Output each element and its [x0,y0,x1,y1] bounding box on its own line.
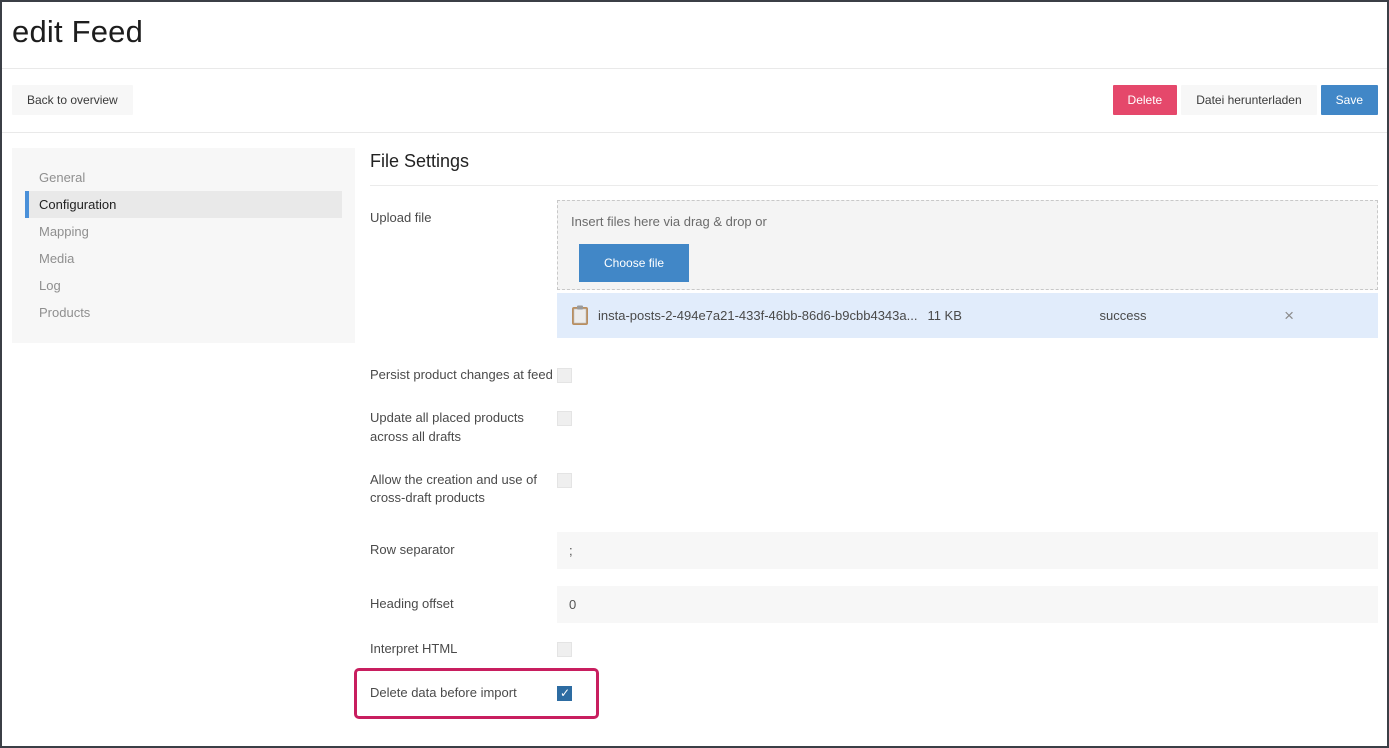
remove-file-icon[interactable]: × [1284,307,1294,324]
upload-file-row: Upload file Insert files here via drag &… [370,200,1378,338]
edit-feed-page: edit Feed Back to overview Delete Datei … [0,0,1389,748]
delete-data-before-import-row-highlighted: Delete data before import [354,668,599,719]
update-all-placed-products-checkbox[interactable] [557,411,572,426]
page-title: edit Feed [12,14,1377,50]
allow-cross-draft-products-row: Allow the creation and use of cross-draf… [370,471,1378,509]
toolbar-right-actions: Delete Datei herunterladen Save [1113,85,1378,115]
section-title: File Settings [370,151,1378,172]
upload-file-field: Insert files here via drag & drop or Cho… [557,200,1378,338]
back-to-overview-button[interactable]: Back to overview [12,85,133,115]
save-button[interactable]: Save [1321,85,1378,115]
persist-product-changes-checkbox[interactable] [557,368,572,383]
delete-data-before-import-checkbox[interactable] [557,686,572,701]
persist-product-changes-label: Persist product changes at feed [370,366,557,385]
sidebar-item-configuration[interactable]: Configuration [25,191,342,218]
settings-sidebar: General Configuration Mapping Media Log … [12,148,355,343]
heading-offset-label: Heading offset [370,586,557,614]
heading-offset-input[interactable] [557,586,1378,623]
content-area: General Configuration Mapping Media Log … [2,133,1387,719]
uploaded-file-row: insta-posts-2-494e7a21-433f-46bb-86d6-b9… [557,293,1378,338]
file-settings-panel: File Settings Upload file Insert files h… [370,148,1378,719]
sidebar-item-general[interactable]: General [25,164,342,191]
allow-cross-draft-products-checkbox[interactable] [557,473,572,488]
update-all-placed-products-label: Update all placed products across all dr… [370,409,557,447]
sidebar-item-mapping[interactable]: Mapping [25,218,342,245]
delete-data-before-import-label: Delete data before import [370,684,557,703]
interpret-html-row: Interpret HTML [370,640,1378,659]
allow-cross-draft-products-label: Allow the creation and use of cross-draf… [370,471,557,509]
interpret-html-label: Interpret HTML [370,640,557,659]
heading-offset-row: Heading offset [370,586,1378,623]
row-separator-input[interactable] [557,532,1378,569]
uploaded-file-size: 11 KB [927,308,961,323]
sidebar-item-media[interactable]: Media [25,245,342,272]
row-separator-row: Row separator [370,532,1378,569]
file-dropzone[interactable]: Insert files here via drag & drop or Cho… [557,200,1378,290]
section-divider [370,185,1378,186]
sidebar-item-products[interactable]: Products [25,299,342,326]
uploaded-file-name: insta-posts-2-494e7a21-433f-46bb-86d6-b9… [598,308,917,323]
download-file-button[interactable]: Datei herunterladen [1181,85,1316,115]
dropzone-hint-text: Insert files here via drag & drop or [571,214,1364,229]
sidebar-item-log[interactable]: Log [25,272,342,299]
persist-product-changes-row: Persist product changes at feed [370,366,1378,385]
page-header: edit Feed [2,2,1387,69]
choose-file-button[interactable]: Choose file [579,244,689,282]
clipboard-file-icon [571,305,589,326]
interpret-html-checkbox[interactable] [557,642,572,657]
delete-button[interactable]: Delete [1113,85,1178,115]
upload-status-badge: success [1100,308,1147,323]
upload-file-label: Upload file [370,200,557,228]
row-separator-label: Row separator [370,532,557,560]
toolbar: Back to overview Delete Datei herunterla… [2,69,1387,133]
update-all-placed-products-row: Update all placed products across all dr… [370,409,1378,447]
